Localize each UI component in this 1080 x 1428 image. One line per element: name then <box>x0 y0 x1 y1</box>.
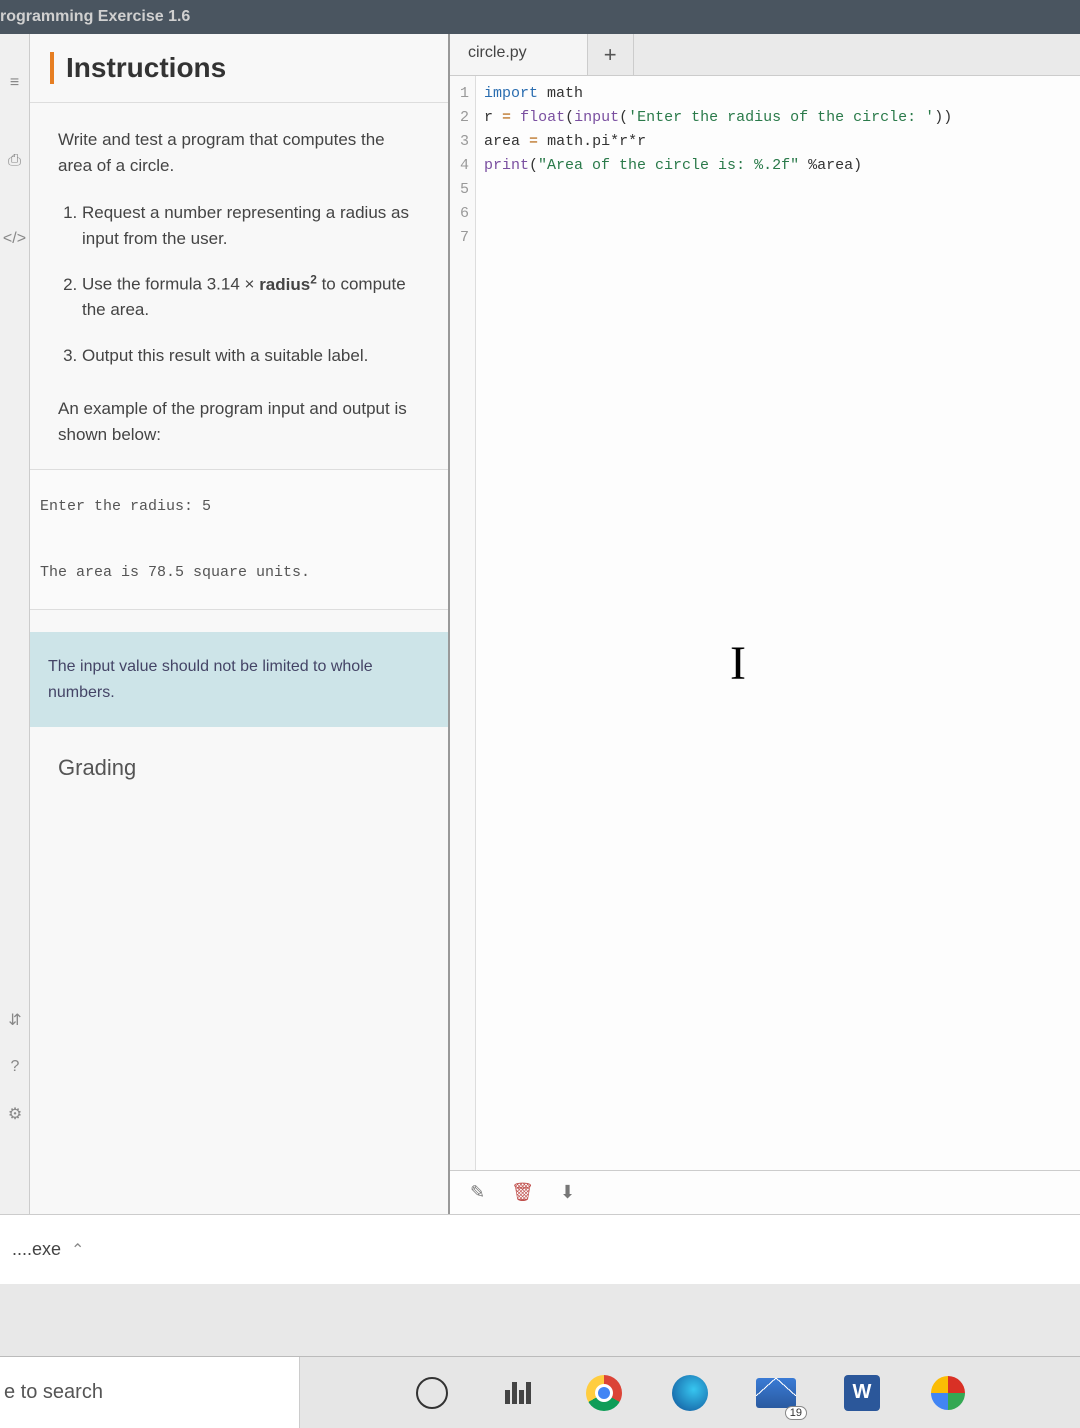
edge-icon[interactable] <box>669 1372 711 1414</box>
help-icon[interactable]: ? <box>11 1058 20 1076</box>
chevron-up-icon[interactable]: ⌃ <box>71 1240 84 1260</box>
step-1: Request a number representing a radius a… <box>82 200 420 251</box>
main-area: ≡ ⎙ </> Instructions Write and test a pr… <box>0 34 1080 1214</box>
editor-footer: ✎ 🗑 ⬇ <box>450 1170 1080 1214</box>
code-lines[interactable]: import math r = float(input('Enter the r… <box>476 76 960 1170</box>
instructions-panel: Instructions Write and test a program th… <box>30 34 450 1214</box>
menu-icon[interactable]: ≡ <box>10 74 19 92</box>
task-view-icon[interactable] <box>497 1372 539 1414</box>
instructions-header: Instructions <box>30 34 448 103</box>
note-box: The input value should not be limited to… <box>30 632 448 727</box>
mail-badge: 19 <box>785 1406 807 1420</box>
step-3: Output this result with a suitable label… <box>82 343 420 369</box>
delete-icon[interactable]: 🗑 <box>511 1182 534 1203</box>
step-2: Use the formula 3.14 × radius2 to comput… <box>82 271 420 323</box>
sample-line-1: Enter the radius: 5 <box>40 490 438 523</box>
steps-list: Request a number representing a radius a… <box>58 200 420 368</box>
code-editor[interactable]: 1 2 3 4 5 6 7 import math r = float(inpu… <box>450 76 1080 1170</box>
list-icon[interactable]: ⎙ <box>8 152 21 170</box>
instructions-body: Write and test a program that computes t… <box>30 103 448 1214</box>
text-cursor-icon: I <box>730 636 746 691</box>
left-rail-bottom: ⇵ ? ⚙ <box>0 1010 30 1124</box>
fork-icon[interactable]: ⇵ <box>8 1010 21 1030</box>
ln-4: 4 <box>450 154 469 178</box>
add-tab-button[interactable]: + <box>588 34 634 75</box>
taskbar-icons: 19 W <box>300 1372 1080 1414</box>
download-file[interactable]: ....exe <box>12 1239 61 1260</box>
mail-icon[interactable]: 19 <box>755 1372 797 1414</box>
ln-2: 2 <box>450 106 469 130</box>
code-icon[interactable]: </> <box>3 230 26 248</box>
windows-taskbar: e to search 19 W <box>0 1356 1080 1428</box>
line-gutter: 1 2 3 4 5 6 7 <box>450 76 476 1170</box>
tab-circle-py[interactable]: circle.py <box>450 34 588 75</box>
intro-text: Write and test a program that computes t… <box>58 127 420 178</box>
ln-3: 3 <box>450 130 469 154</box>
edit-icon[interactable]: ✎ <box>470 1182 485 1203</box>
editor-panel: circle.py + 1 2 3 4 5 6 7 import math r … <box>450 34 1080 1214</box>
ln-6: 6 <box>450 202 469 226</box>
settings-icon[interactable]: ⚙ <box>8 1104 22 1124</box>
grading-heading: Grading <box>58 751 420 784</box>
cortana-icon[interactable] <box>411 1372 453 1414</box>
example-lead: An example of the program input and outp… <box>58 396 420 447</box>
sample-line-2: The area is 78.5 square units. <box>40 556 438 589</box>
sample-output: Enter the radius: 5 The area is 78.5 squ… <box>30 469 448 610</box>
browser-download-bar: ....exe ⌃ <box>0 1214 1080 1284</box>
ln-1: 1 <box>450 82 469 106</box>
snip-icon[interactable] <box>927 1372 969 1414</box>
accent-bar <box>50 52 54 84</box>
ln-5: 5 <box>450 178 469 202</box>
tab-bar: circle.py + <box>450 34 1080 76</box>
breadcrumb: rogramming Exercise 1.6 <box>0 0 1080 34</box>
instructions-title: Instructions <box>66 52 226 84</box>
ln-7: 7 <box>450 226 469 250</box>
download-icon[interactable]: ⬇ <box>560 1182 575 1203</box>
taskbar-search[interactable]: e to search <box>0 1357 300 1428</box>
word-icon[interactable]: W <box>841 1372 883 1414</box>
chrome-icon[interactable] <box>583 1372 625 1414</box>
